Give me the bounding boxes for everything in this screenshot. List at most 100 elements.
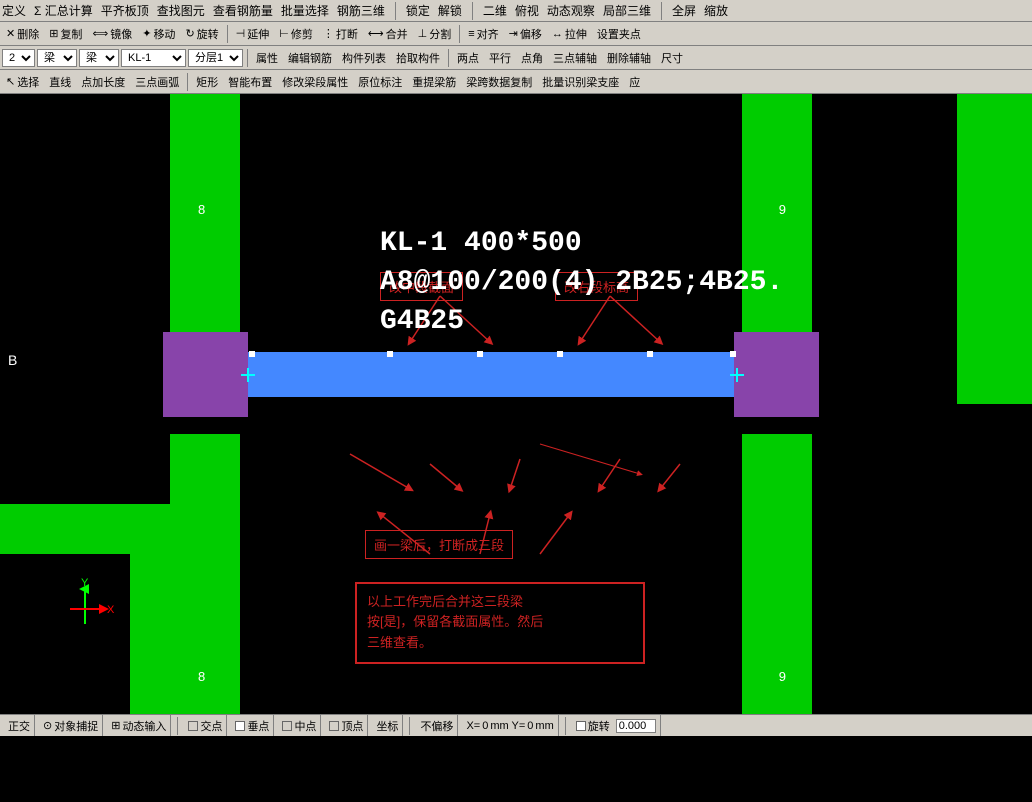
handle-mid1-top[interactable] (387, 351, 393, 357)
status-no-offset[interactable]: 不偏移 (416, 715, 458, 736)
menu-fullscreen[interactable]: 全屏 (672, 2, 696, 19)
menu-unlock[interactable]: 解锁 (438, 2, 462, 19)
status-endpoint[interactable]: 顶点 (325, 715, 368, 736)
menu-top-view[interactable]: 俯视 (515, 2, 539, 19)
axis-indicator: X Y (55, 574, 115, 634)
status-perp[interactable]: 垂点 (231, 715, 274, 736)
cursor-icon: ↖ (6, 75, 15, 88)
btn-span-copy[interactable]: 梁跨数据复制 (462, 72, 536, 92)
btn-batch-identify[interactable]: 批量识别梁支座 (538, 72, 623, 92)
btn-stretch[interactable]: ↔ 拉伸 (548, 24, 591, 44)
menu-define[interactable]: 定义 (2, 2, 26, 19)
btn-extend[interactable]: ⊣ 延伸 (232, 24, 274, 44)
btn-dimension[interactable]: 尺寸 (657, 48, 687, 68)
rotate-value: 0.000 (616, 719, 656, 733)
menu-rebar-view[interactable]: 查看钢筋量 (213, 2, 273, 19)
endpoint-label: 顶点 (341, 718, 363, 734)
btn-component-list[interactable]: 构件列表 (338, 48, 390, 68)
handle-mid4-top[interactable] (647, 351, 653, 357)
floor-select[interactable]: 分层1 (188, 49, 243, 67)
menu-2d[interactable]: 二维 (483, 2, 507, 19)
btn-rotate[interactable]: ↻ 旋转 (181, 24, 222, 44)
coord-label: 坐标 (376, 718, 398, 734)
rotate-icon: ↻ (185, 27, 194, 40)
menu-find[interactable]: 查找图元 (157, 2, 205, 19)
btn-pick[interactable]: 拾取构件 (392, 48, 444, 68)
menu-zoom[interactable]: 缩放 (704, 2, 728, 19)
handle-left-top[interactable] (249, 351, 255, 357)
btn-arc[interactable]: 三点画弧 (131, 72, 183, 92)
menu-rebar-3d[interactable]: 钢筋三维 (337, 2, 385, 19)
status-mid[interactable]: 中点 (278, 715, 321, 736)
type-select1[interactable]: 梁 (37, 49, 77, 67)
btn-parallel[interactable]: 平行 (485, 48, 515, 68)
btn-select[interactable]: ↖ 选择 (2, 72, 43, 92)
btn-break[interactable]: ⋮ 打断 (319, 24, 362, 44)
break-icon: ⋮ (323, 27, 334, 40)
x-unit: mm Y= (490, 720, 525, 732)
btn-smart-layout[interactable]: 智能布置 (224, 72, 276, 92)
offset-icon: ⇥ (509, 27, 518, 40)
menu-lock[interactable]: 锁定 (406, 2, 430, 19)
btn-move[interactable]: ✦ 移动 (138, 24, 179, 44)
mirror-icon: ⟺ (92, 27, 108, 40)
status-x: X= 0 mm Y= 0 mm (462, 715, 558, 736)
btn-rect[interactable]: 矩形 (192, 72, 222, 92)
move-icon: ✦ (142, 27, 151, 40)
btn-delete[interactable]: ✕ 删除 (2, 24, 43, 44)
status-coord[interactable]: 坐标 (372, 715, 403, 736)
handle-mid3-top[interactable] (557, 351, 563, 357)
btn-line[interactable]: 直线 (45, 72, 75, 92)
status-snap[interactable]: ⊙ 对象捕捉 (39, 715, 103, 736)
joint-left (163, 332, 248, 417)
check-endpoint (329, 721, 339, 731)
menu-flatten[interactable]: 平齐板顶 (101, 2, 149, 19)
mid-label: 中点 (294, 718, 316, 734)
axis-svg: X Y (55, 574, 115, 634)
btn-in-situ[interactable]: 原位标注 (354, 72, 406, 92)
intersect-label: 交点 (200, 718, 222, 734)
handle-mid2-top[interactable] (477, 351, 483, 357)
right-black-inset (957, 404, 1032, 714)
status-dynamic[interactable]: ⊞ 动态输入 (107, 715, 171, 736)
btn-re-rebar[interactable]: 重提梁筋 (408, 72, 460, 92)
btn-apply[interactable]: 应 (625, 72, 644, 92)
btn-point-length[interactable]: 点加长度 (77, 72, 129, 92)
btn-edit-rebar[interactable]: 编辑钢筋 (284, 48, 336, 68)
check-rotate (576, 721, 586, 731)
menu-batch-select[interactable]: 批量选择 (281, 2, 329, 19)
layer-select[interactable]: 2 (2, 49, 35, 67)
split-icon: ⊥ (418, 27, 428, 40)
handle-right-top[interactable] (730, 351, 736, 357)
btn-trim[interactable]: ⊢ 修剪 (275, 24, 317, 44)
type-select2[interactable]: 梁 (79, 49, 119, 67)
btn-split[interactable]: ⊥ 分割 (414, 24, 456, 44)
status-intersect[interactable]: 交点 (184, 715, 227, 736)
no-offset-label: 不偏移 (420, 718, 453, 734)
beam-element[interactable] (248, 352, 734, 397)
status-ortho[interactable]: 正交 (4, 715, 35, 736)
edit-toolbar: ✕ 删除 ⊞ 复制 ⟺ 镜像 ✦ 移动 ↻ 旋转 ⊣ 延伸 ⊢ 修剪 ⋮ 打断 … (0, 22, 1032, 46)
menu-local-3d[interactable]: 局部三维 (603, 2, 651, 19)
menu-sum[interactable]: Σ 汇总计算 (34, 2, 93, 19)
menu-dynamic-view[interactable]: 动态观察 (547, 2, 595, 19)
btn-merge[interactable]: ⟷ 合并 (364, 24, 412, 44)
status-rotate[interactable]: 旋转 0.000 (572, 715, 661, 736)
btn-mirror[interactable]: ⟺ 镜像 (88, 24, 136, 44)
btn-aux-three-point[interactable]: 三点辅轴 (549, 48, 601, 68)
num8-top: 8 (198, 202, 205, 217)
btn-two-point[interactable]: 两点 (453, 48, 483, 68)
dynamic-label: 动态输入 (122, 718, 166, 734)
btn-point-angle[interactable]: 点角 (517, 48, 547, 68)
btn-property[interactable]: 属性 (252, 48, 282, 68)
btn-delete-aux[interactable]: 删除辅轴 (603, 48, 655, 68)
component-select[interactable]: KL-1 (121, 49, 186, 67)
btn-modify-segment[interactable]: 修改梁段属性 (278, 72, 352, 92)
btn-offset[interactable]: ⇥ 偏移 (505, 24, 546, 44)
btn-copy[interactable]: ⊞ 复制 (45, 24, 86, 44)
delete-icon: ✕ (6, 27, 15, 40)
beam-text-block: KL-1 400*500 A8@100/200(4) 2B25;4B25. G4… (380, 224, 783, 342)
trim-icon: ⊢ (279, 27, 289, 40)
btn-align[interactable]: ≡ 对齐 (464, 24, 502, 44)
btn-setpoint[interactable]: 设置夹点 (593, 24, 645, 44)
